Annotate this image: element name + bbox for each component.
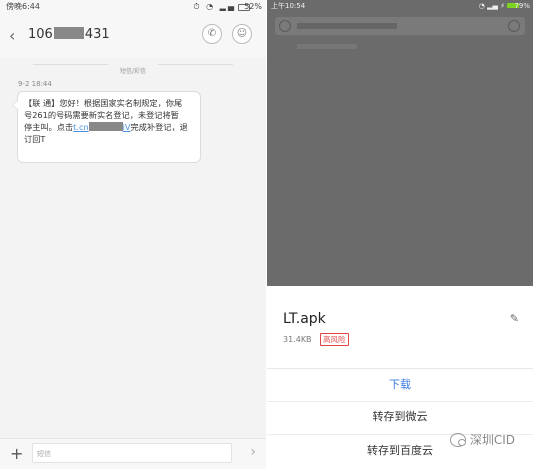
conversation-header: ‹ 106 431 ✆ ☺	[0, 14, 266, 58]
sms-screen: 傍晚6:44 ⏱ ◔ ▂▄ 52% ‹ 106 431 ✆ ☺ 短信/彩信 9-2…	[0, 0, 266, 469]
wechat-logo-icon	[449, 432, 466, 447]
add-attachment-icon[interactable]: +	[10, 444, 23, 464]
send-icon[interactable]: ›	[250, 444, 256, 460]
battery-level: 52%	[244, 2, 262, 11]
message-timestamp: 9-2 18:44	[18, 80, 52, 88]
risk-badge: 高风险	[320, 333, 349, 346]
message-type-divider: 短信/彩信	[0, 58, 266, 75]
redaction-bar	[297, 44, 357, 49]
file-size: 31.4KB	[283, 335, 312, 344]
status-bar: 上午10:54 ◔ ▂▄ ⚡ 79%	[267, 0, 533, 12]
watermark: 深圳CID	[449, 431, 515, 448]
status-icons: ◔ ▂▄ ⚡	[478, 2, 505, 10]
status-time: 傍晚6:44	[6, 2, 40, 11]
message-bubble: 【联 通】您好！根据国家实名制规定，你尾 号261的号码需要新实名登记，未登记将…	[12, 91, 201, 163]
edit-pencil-icon[interactable]: ✎	[510, 312, 519, 325]
address-bar	[267, 12, 533, 40]
reload-icon[interactable]	[508, 20, 520, 32]
message-input[interactable]: 短信	[32, 443, 232, 463]
page-overlay	[267, 40, 533, 286]
url-field[interactable]	[275, 17, 525, 35]
redaction-bar	[53, 27, 84, 39]
contact-number: 106 431	[28, 27, 110, 42]
battery-level: 79%	[514, 2, 530, 10]
status-bar: 傍晚6:44 ⏱ ◔ ▂▄ 52%	[0, 0, 266, 14]
redaction-bar	[297, 23, 397, 29]
status-time: 上午10:54	[271, 2, 306, 10]
browser-screen: 上午10:54 ◔ ▂▄ ⚡ 79% LT.apk ✎ 31.4KB 高风险 下…	[267, 0, 533, 468]
status-icons: ⏱ ◔ ▂▄	[193, 2, 236, 11]
message-link[interactable]: t.cn iV	[73, 122, 131, 132]
compose-bar: + 短信 ›	[0, 438, 266, 469]
file-name: LT.apk	[283, 311, 326, 327]
phone-icon[interactable]: ✆	[202, 24, 222, 44]
globe-icon	[279, 20, 291, 32]
save-to-weiyun-button[interactable]: 转存到微云	[267, 402, 533, 432]
download-button[interactable]: 下载	[267, 370, 533, 400]
contact-person-icon[interactable]: ☺	[232, 24, 252, 44]
back-arrow-icon[interactable]: ‹	[9, 26, 23, 46]
